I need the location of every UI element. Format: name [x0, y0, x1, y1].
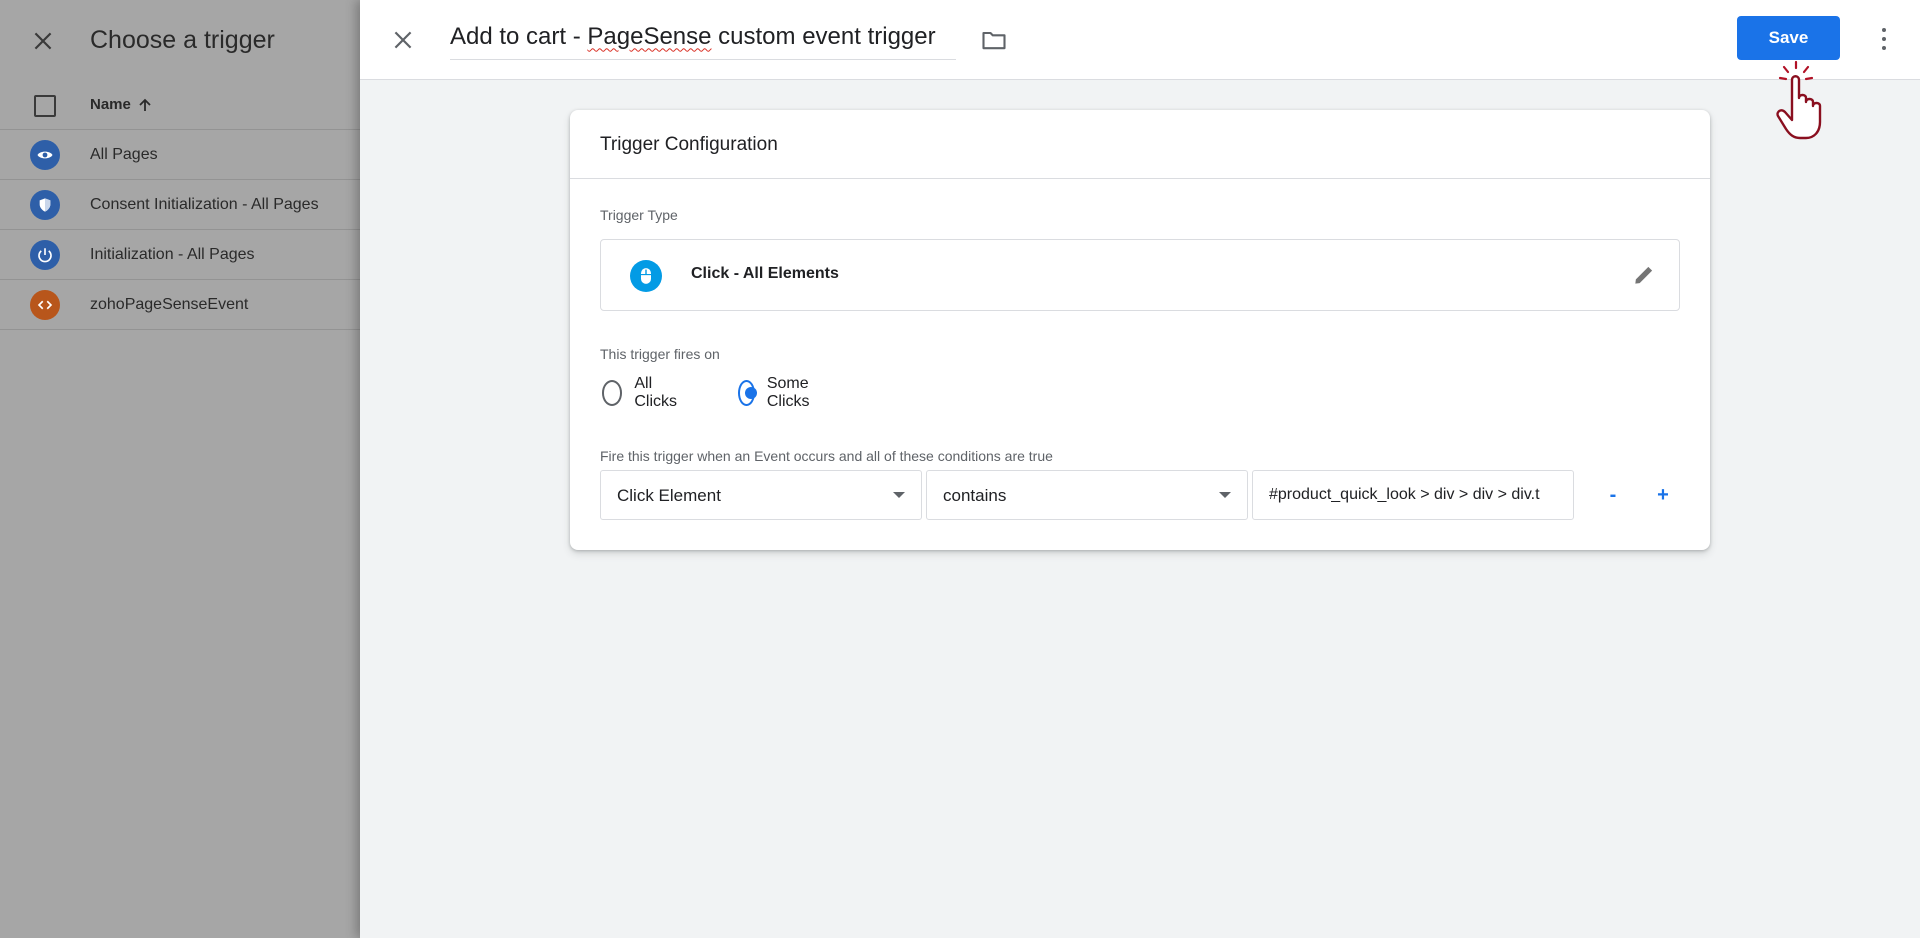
- radio-some-clicks[interactable]: Some Clicks: [738, 375, 819, 410]
- selected-value: Click Element: [617, 486, 721, 505]
- pointer-hand-cursor-icon: [1776, 60, 1822, 140]
- name-column-header[interactable]: Name: [90, 96, 153, 113]
- radio-label: All Clicks: [634, 375, 678, 410]
- trigger-name-field[interactable]: Add to cart - PageSense custom event tri…: [450, 14, 956, 60]
- trigger-row-initialization[interactable]: Initialization - All Pages: [0, 230, 360, 280]
- code-icon: [30, 289, 60, 320]
- trigger-name-text-end: custom event trigger: [711, 22, 936, 50]
- trigger-row-zoho-pagesense[interactable]: zohoPageSenseEvent: [0, 280, 360, 330]
- power-icon: [30, 239, 60, 270]
- condition-variable-select[interactable]: Click Element: [600, 470, 922, 520]
- condition-value-input[interactable]: [1252, 470, 1574, 520]
- remove-condition-button[interactable]: -: [1600, 482, 1626, 508]
- trigger-list-panel: Choose a trigger Name All Pages Consent …: [0, 0, 360, 938]
- add-condition-button[interactable]: +: [1650, 482, 1676, 508]
- fires-on-label: This trigger fires on: [600, 346, 720, 362]
- radio-all-clicks[interactable]: All Clicks: [602, 375, 683, 410]
- close-icon[interactable]: [390, 27, 416, 53]
- trigger-row-label: Consent Initialization - All Pages: [90, 195, 319, 213]
- card-title: Trigger Configuration: [600, 134, 778, 155]
- mouse-icon: [630, 260, 662, 292]
- divider: [570, 178, 1710, 179]
- save-button[interactable]: Save: [1737, 16, 1840, 60]
- shield-icon: [30, 189, 60, 220]
- trigger-configuration-card: Trigger Configuration Trigger Type Click…: [570, 110, 1710, 550]
- condition-row: Click Element contains - +: [600, 470, 1690, 520]
- trigger-type-label: Trigger Type: [600, 207, 678, 223]
- condition-operator-select[interactable]: contains: [926, 470, 1248, 520]
- eye-icon: [30, 139, 60, 170]
- select-all-checkbox[interactable]: [34, 95, 56, 117]
- folder-icon[interactable]: [980, 26, 1008, 54]
- selected-value: contains: [943, 486, 1007, 505]
- trigger-name-text: Add to cart -: [450, 22, 588, 50]
- trigger-type-selector[interactable]: Click - All Elements: [600, 239, 1680, 311]
- trigger-list-title: Choose a trigger: [90, 26, 275, 54]
- close-icon[interactable]: [30, 28, 56, 54]
- chevron-down-icon: [893, 492, 905, 498]
- radio-circle: [602, 380, 623, 406]
- editor-toolbar: Add to cart - PageSense custom event tri…: [360, 0, 1920, 80]
- pencil-icon[interactable]: [1631, 262, 1657, 288]
- radio-circle: [738, 380, 757, 406]
- conditions-label: Fire this trigger when an Event occurs a…: [600, 448, 1053, 464]
- trigger-row-consent-initialization[interactable]: Consent Initialization - All Pages: [0, 180, 360, 230]
- trigger-row-label: All Pages: [90, 145, 158, 163]
- radio-label: Some Clicks: [766, 375, 810, 410]
- chevron-down-icon: [1219, 492, 1231, 498]
- trigger-list-header: Choose a trigger: [0, 0, 360, 80]
- trigger-name-misspelled-word: PageSense: [587, 22, 712, 50]
- trigger-row-label: zohoPageSenseEvent: [90, 295, 249, 313]
- trigger-type-value: Click - All Elements: [691, 265, 839, 282]
- arrow-up-icon: [139, 98, 151, 111]
- trigger-row-label: Initialization - All Pages: [90, 245, 255, 263]
- trigger-editor-panel: Add to cart - PageSense custom event tri…: [360, 0, 1920, 938]
- trigger-row-all-pages[interactable]: All Pages: [0, 130, 360, 180]
- name-column-label: Name: [90, 96, 131, 113]
- more-options-icon[interactable]: [1870, 24, 1898, 54]
